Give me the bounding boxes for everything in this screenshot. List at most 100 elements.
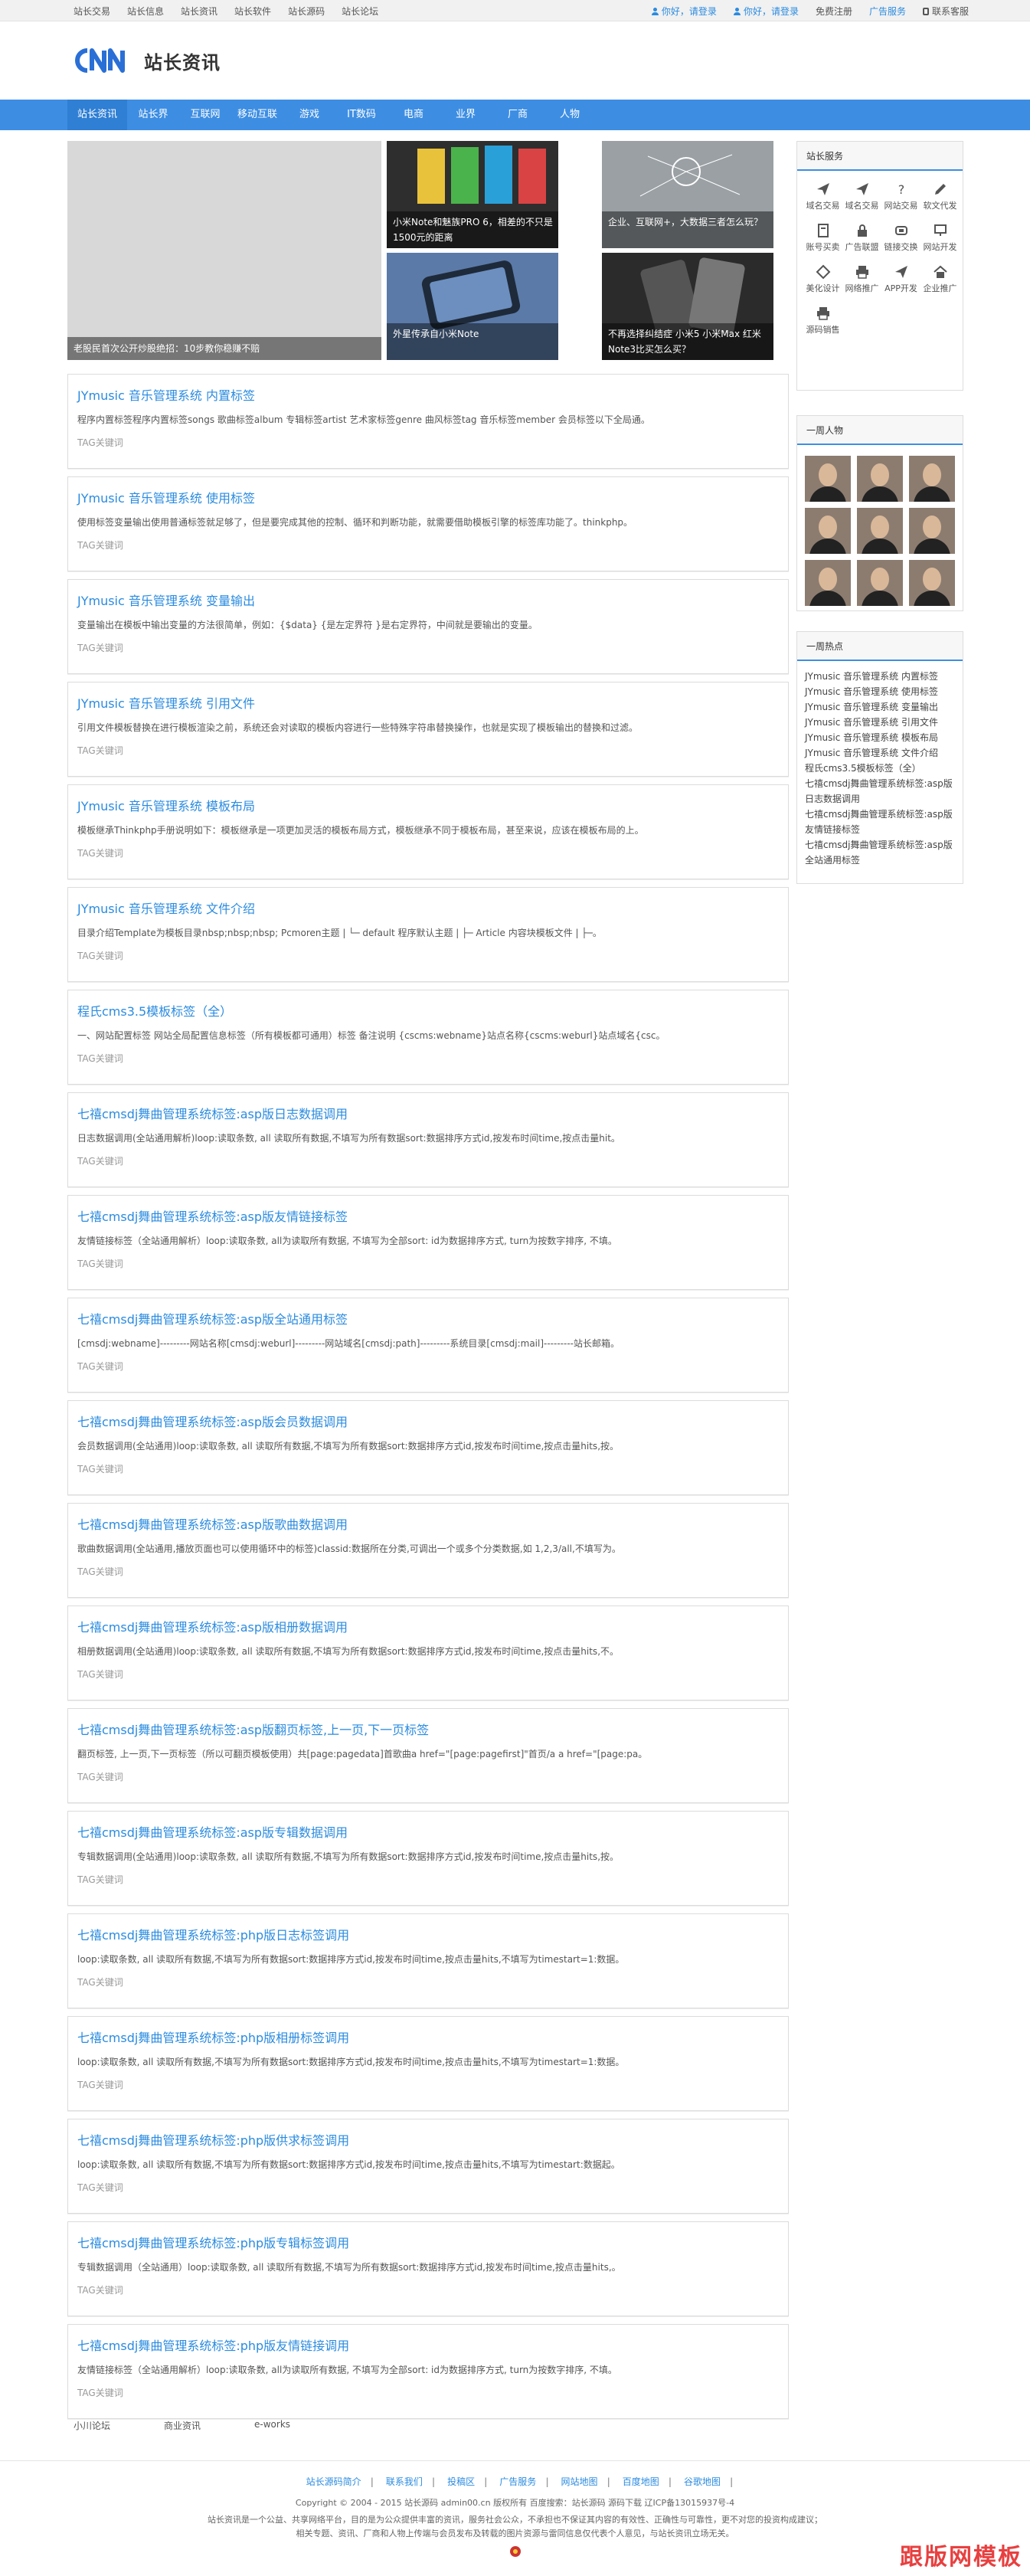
article-tag[interactable]: TAG关键词 <box>77 1154 123 1167</box>
register-link[interactable]: 免费注册 <box>816 5 852 18</box>
footer-link-ads[interactable]: 广告服务 <box>499 2476 536 2487</box>
footer-link-sitemap[interactable]: 网站地图 <box>561 2476 598 2487</box>
featured-thumb[interactable]: 企业、互联网+，大数据三者怎么玩？ <box>602 141 773 248</box>
login-link-2[interactable]: 你好，请登录 <box>733 5 799 18</box>
article-title[interactable]: 七禧cmsdj舞曲管理系统标签:php版相册标签调用 <box>77 2028 349 2046</box>
article-tag[interactable]: TAG关键词 <box>77 1770 123 1783</box>
featured-thumb[interactable]: 小米Note和魅族PRO 6，相差的不只是1500元的距离 <box>387 141 558 248</box>
article-title[interactable]: 七禧cmsdj舞曲管理系统标签:asp版日志数据调用 <box>77 1104 348 1122</box>
article-title[interactable]: 七禧cmsdj舞曲管理系统标签:php版供求标签调用 <box>77 2130 349 2149</box>
article-title[interactable]: JYmusic 音乐管理系统 模板布局 <box>77 796 255 814</box>
ad-service-link[interactable]: 广告服务 <box>869 5 906 18</box>
person-avatar[interactable] <box>805 456 851 502</box>
hot-item[interactable]: JYmusic 音乐管理系统 变量输出 <box>805 699 958 715</box>
article-title[interactable]: 七禧cmsdj舞曲管理系统标签:php版专辑标签调用 <box>77 2233 349 2251</box>
article-tag[interactable]: TAG关键词 <box>77 2078 123 2091</box>
top-link-forum[interactable]: 站长论坛 <box>342 5 378 18</box>
featured-big-image[interactable]: 老股民首次公开炒股绝招：10步教你稳赚不赔 <box>67 141 381 360</box>
featured-thumb-caption[interactable]: 不再选择纠结症 小米5 小米Max 红米Note3比买怎么买？ <box>602 323 773 360</box>
service-item[interactable]: 美化设计 <box>803 260 842 301</box>
service-item[interactable]: 广告联盟 <box>842 218 881 260</box>
person-avatar[interactable] <box>909 560 955 606</box>
login-link-1[interactable]: 你好，请登录 <box>651 5 717 18</box>
article-title[interactable]: 七禧cmsdj舞曲管理系统标签:php版日志标签调用 <box>77 1925 349 1943</box>
person-avatar[interactable] <box>805 508 851 554</box>
featured-thumb[interactable]: 不再选择纠结症 小米5 小米Max 红米Note3比买怎么买？ <box>602 253 773 360</box>
friend-link[interactable]: e-works <box>254 2419 290 2432</box>
hot-item[interactable]: 七禧cmsdj舞曲管理系统标签:asp版全站通用标签 <box>805 837 958 868</box>
article-title[interactable]: 七禧cmsdj舞曲管理系统标签:asp版友情链接标签 <box>77 1206 348 1225</box>
article-title[interactable]: JYmusic 音乐管理系统 文件介绍 <box>77 898 255 917</box>
article-title[interactable]: 七禧cmsdj舞曲管理系统标签:php版友情链接调用 <box>77 2335 349 2354</box>
article-title[interactable]: JYmusic 音乐管理系统 内置标签 <box>77 385 255 404</box>
article-title[interactable]: JYmusic 音乐管理系统 变量输出 <box>77 591 255 609</box>
hot-item[interactable]: 程氏cms3.5模板标签（全） <box>805 761 958 776</box>
top-link-software[interactable]: 站长软件 <box>234 5 271 18</box>
top-link-source[interactable]: 站长源码 <box>288 5 325 18</box>
top-link-info[interactable]: 站长信息 <box>127 5 164 18</box>
service-item[interactable]: APP开发 <box>881 260 920 301</box>
service-item[interactable]: 域名交易 <box>803 177 842 218</box>
footer-link-baidu-map[interactable]: 百度地图 <box>623 2476 659 2487</box>
site-logo[interactable]: 站长资讯 <box>70 44 221 77</box>
nav-item-webmaster[interactable]: 站长界 <box>127 100 179 130</box>
person-avatar[interactable] <box>857 508 903 554</box>
article-tag[interactable]: TAG关键词 <box>77 2181 123 2194</box>
nav-item-people[interactable]: 人物 <box>544 100 596 130</box>
footer-link-submit[interactable]: 投稿区 <box>447 2476 475 2487</box>
hot-item[interactable]: 七禧cmsdj舞曲管理系统标签:asp版日志数据调用 <box>805 776 958 807</box>
featured-big-caption[interactable]: 老股民首次公开炒股绝招：10步教你稳赚不赔 <box>67 337 381 360</box>
article-tag[interactable]: TAG关键词 <box>77 436 123 449</box>
featured-thumb-caption[interactable]: 小米Note和魅族PRO 6，相差的不只是1500元的距离 <box>387 211 558 248</box>
hot-item[interactable]: JYmusic 音乐管理系统 使用标签 <box>805 684 958 699</box>
footer-link-about[interactable]: 站长源码简介 <box>306 2476 361 2487</box>
service-item[interactable]: 企业推广 <box>920 260 960 301</box>
service-item[interactable]: 网站开发 <box>920 218 960 260</box>
service-item[interactable]: 软文代发 <box>920 177 960 218</box>
service-item[interactable]: 域名交易 <box>842 177 881 218</box>
article-title[interactable]: 七禧cmsdj舞曲管理系统标签:asp版全站通用标签 <box>77 1309 348 1327</box>
article-title[interactable]: 七禧cmsdj舞曲管理系统标签:asp版翻页标签,上一页,下一页标签 <box>77 1720 429 1738</box>
nav-item-it[interactable]: IT数码 <box>335 100 387 130</box>
hot-item[interactable]: JYmusic 音乐管理系统 模板布局 <box>805 730 958 745</box>
nav-item-mobile[interactable]: 移动互联 <box>231 100 283 130</box>
nav-item-industry[interactable]: 业界 <box>440 100 492 130</box>
article-title[interactable]: 七禧cmsdj舞曲管理系统标签:asp版相册数据调用 <box>77 1617 348 1635</box>
article-tag[interactable]: TAG关键词 <box>77 1975 123 1988</box>
article-title[interactable]: 程氏cms3.5模板标签（全） <box>77 1001 232 1020</box>
nav-item-vendors[interactable]: 厂商 <box>492 100 544 130</box>
service-item[interactable]: 账号买卖 <box>803 218 842 260</box>
article-tag[interactable]: TAG关键词 <box>77 538 123 552</box>
service-item[interactable]: ? 网站交易 <box>881 177 920 218</box>
article-tag[interactable]: TAG关键词 <box>77 2283 123 2296</box>
hot-item[interactable]: JYmusic 音乐管理系统 引用文件 <box>805 715 958 730</box>
article-tag[interactable]: TAG关键词 <box>77 1257 123 1270</box>
article-tag[interactable]: TAG关键词 <box>77 2386 123 2399</box>
article-tag[interactable]: TAG关键词 <box>77 1052 123 1065</box>
article-tag[interactable]: TAG关键词 <box>77 1873 123 1886</box>
contact-link[interactable]: 联系客服 <box>922 5 969 18</box>
article-tag[interactable]: TAG关键词 <box>77 1565 123 1578</box>
person-avatar[interactable] <box>909 508 955 554</box>
article-tag[interactable]: TAG关键词 <box>77 1462 123 1475</box>
article-title[interactable]: JYmusic 音乐管理系统 引用文件 <box>77 693 255 712</box>
service-item[interactable]: 源码销售 <box>803 301 842 342</box>
person-avatar[interactable] <box>805 560 851 606</box>
article-tag[interactable]: TAG关键词 <box>77 846 123 859</box>
article-tag[interactable]: TAG关键词 <box>77 744 123 757</box>
nav-item-home[interactable]: 站长资讯 <box>67 100 127 130</box>
footer-link-google-map[interactable]: 谷歌地图 <box>684 2476 721 2487</box>
friend-link[interactable]: 商业资讯 <box>164 2419 201 2432</box>
article-tag[interactable]: TAG关键词 <box>77 641 123 654</box>
article-title[interactable]: JYmusic 音乐管理系统 使用标签 <box>77 488 255 506</box>
service-item[interactable]: 网络推广 <box>842 260 881 301</box>
service-item[interactable]: 链接交换 <box>881 218 920 260</box>
hot-item[interactable]: JYmusic 音乐管理系统 内置标签 <box>805 669 958 684</box>
nav-item-internet[interactable]: 互联网 <box>179 100 231 130</box>
article-tag[interactable]: TAG关键词 <box>77 1668 123 1681</box>
person-avatar[interactable] <box>857 456 903 502</box>
nav-item-ecommerce[interactable]: 电商 <box>387 100 440 130</box>
article-title[interactable]: 七禧cmsdj舞曲管理系统标签:asp版专辑数据调用 <box>77 1822 348 1841</box>
hot-item[interactable]: 七禧cmsdj舞曲管理系统标签:asp版友情链接标签 <box>805 807 958 837</box>
article-tag[interactable]: TAG关键词 <box>77 949 123 962</box>
